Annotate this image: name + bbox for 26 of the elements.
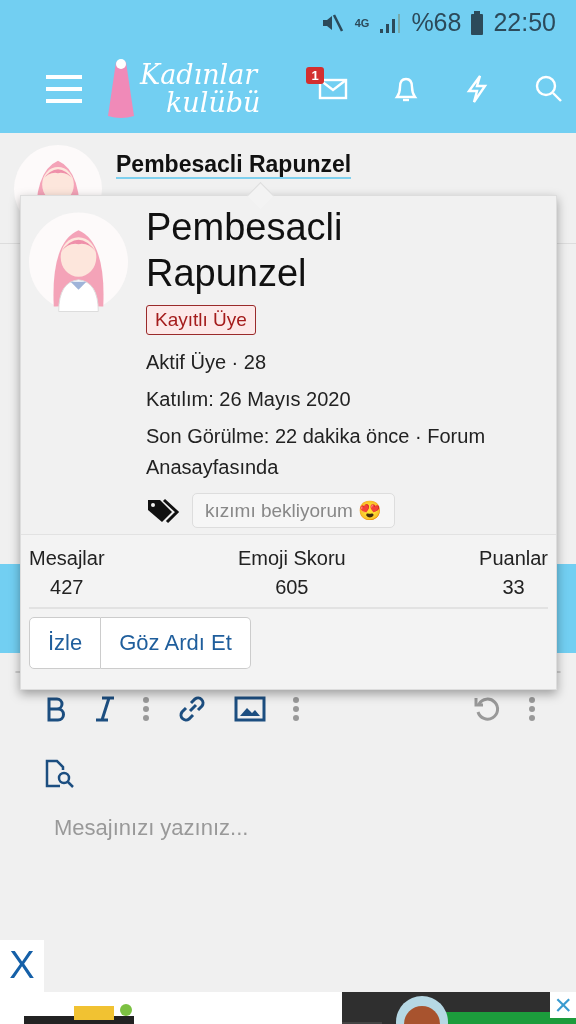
stat-label: Puanlar [479, 547, 548, 570]
stat-value: 33 [502, 576, 525, 599]
watch-button[interactable]: İzle [29, 617, 102, 669]
message-input[interactable]: Mesajınızı yazınız... [52, 814, 456, 843]
popup-member-name[interactable]: Pembesacli Rapunzel [146, 204, 446, 296]
stat-label: Mesajlar [29, 547, 105, 570]
stat-value: 427 [50, 576, 84, 599]
battery-icon [471, 10, 484, 35]
last-seen: Son Görülme: 22 dakika önce · Forum Anasayfasında [146, 424, 487, 480]
stat-label: Emoji Skoru [237, 547, 346, 570]
battery-percent: %68 [411, 8, 462, 37]
tags-icon [146, 497, 180, 524]
member-rank: Aktif Üye · 28 [146, 350, 267, 375]
ignore-button[interactable]: Göz Ardı Et [101, 617, 251, 669]
join-date: Katılım: 26 Mayıs 2020 [146, 387, 351, 412]
member-name-link[interactable]: Pembesacli Rapunzel [116, 151, 352, 179]
dress-icon [106, 58, 136, 120]
ad-close-button[interactable]: X [0, 939, 44, 992]
image-button[interactable] [232, 694, 268, 725]
stat-value: 605 [275, 576, 309, 599]
network-type: 4G [354, 16, 370, 29]
signal-icon [379, 11, 402, 34]
clock: 22:50 [493, 8, 556, 37]
unread-count: 1 [306, 67, 324, 84]
status-tag: kızımı bekliyorum 😍 [192, 493, 396, 528]
user-banner: Kayıtlı Üye [146, 305, 256, 335]
